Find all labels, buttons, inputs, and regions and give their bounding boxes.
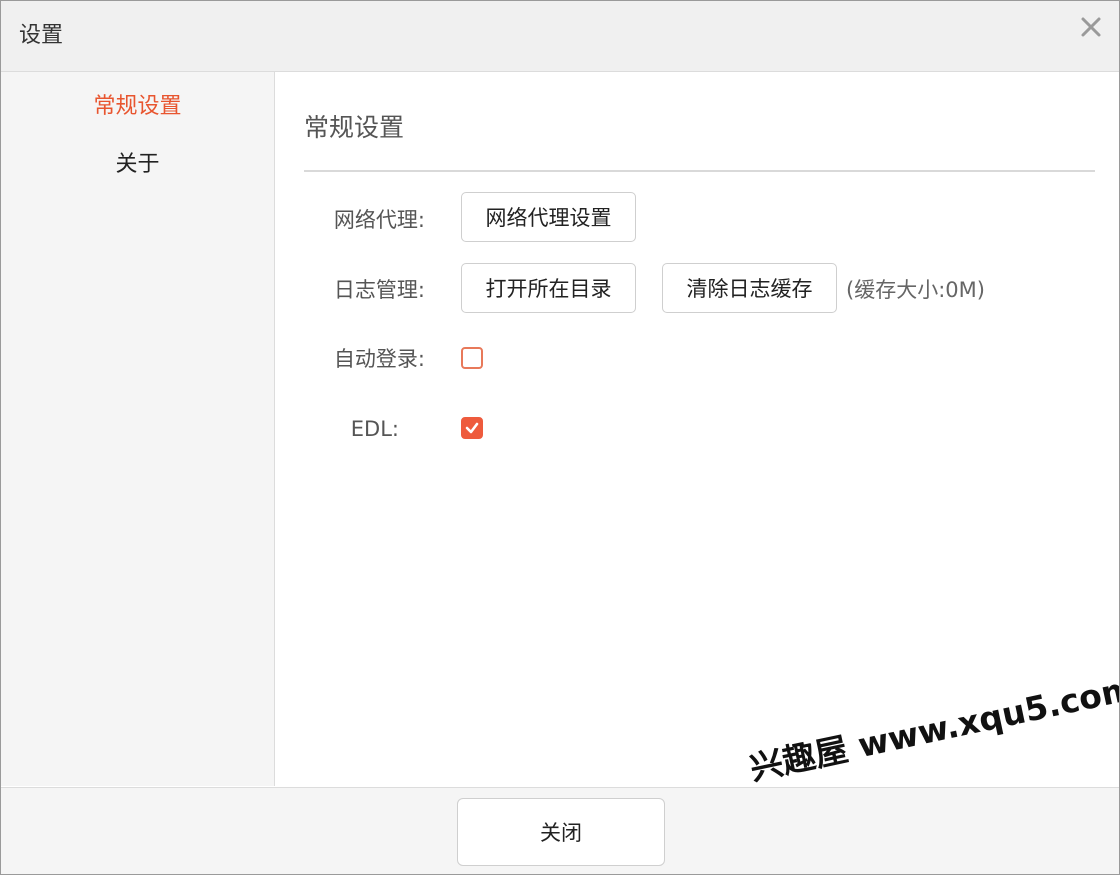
- dialog-footer: 关闭: [1, 787, 1119, 874]
- sidebar-item-about[interactable]: 关于: [1, 150, 274, 180]
- proxy-label: 网络代理:: [333, 208, 425, 232]
- clear-log-cache-button[interactable]: 清除日志缓存: [662, 263, 837, 313]
- auto-login-label: 自动登录:: [333, 347, 425, 371]
- open-directory-button[interactable]: 打开所在目录: [461, 263, 636, 313]
- cache-size-text: (缓存大小:0M): [846, 278, 985, 302]
- settings-panel: 常规设置 网络代理: 网络代理设置 日志管理: 打开所在目录 清除日志缓存 (缓…: [275, 72, 1119, 786]
- close-button[interactable]: 关闭: [457, 798, 665, 866]
- dialog-title: 设置: [19, 23, 64, 48]
- sidebar: 常规设置 关于: [1, 72, 275, 786]
- title-bar: 设置: [1, 1, 1119, 72]
- log-label: 日志管理:: [333, 278, 425, 302]
- edl-label: EDL:: [350, 417, 399, 441]
- sidebar-item-general[interactable]: 常规设置: [1, 92, 274, 122]
- section-title: 常规设置: [304, 113, 405, 142]
- edl-checkbox[interactable]: [461, 417, 483, 439]
- settings-dialog: 设置 常规设置 关于 常规设置 网络代理: 网络代理设置 日志管理: 打开所在目…: [0, 0, 1120, 875]
- section-divider: [304, 170, 1095, 172]
- proxy-settings-button[interactable]: 网络代理设置: [461, 192, 636, 242]
- auto-login-checkbox[interactable]: [461, 347, 483, 369]
- close-icon[interactable]: [1077, 13, 1105, 41]
- checkmark-icon: [465, 422, 479, 434]
